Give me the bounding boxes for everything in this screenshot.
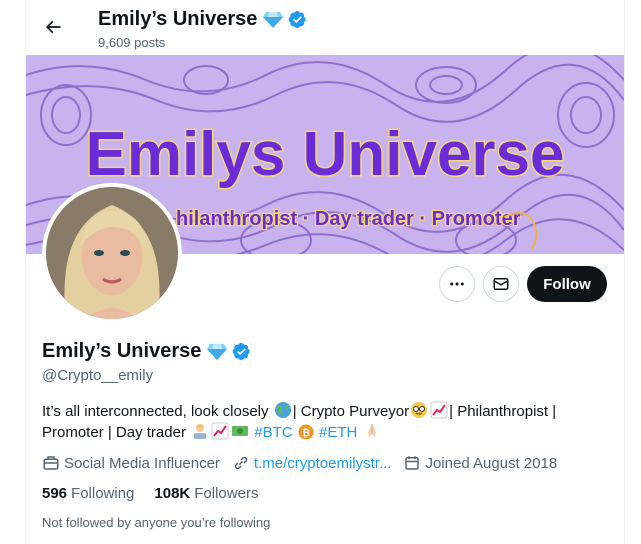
avatar[interactable] (42, 183, 182, 323)
folded-hands-emoji-icon (367, 424, 376, 438)
header-title: Emily’s Universe (98, 8, 307, 31)
profile-link[interactable]: t.me/cryptoemilystr... (232, 454, 392, 472)
followers-count: 108K (154, 485, 191, 502)
dollar-banknote-emoji-icon (232, 426, 249, 436)
profile-link-text[interactable]: t.me/cryptoemilystr... (254, 455, 392, 472)
profile-category: Social Media Influencer (42, 454, 220, 472)
hashtag-eth-link[interactable]: #ETH (319, 424, 357, 441)
arrow-left-icon (45, 20, 61, 34)
following-count: 596 (42, 485, 68, 502)
followed-by-note: Not followed by anyone you’re following (42, 515, 271, 530)
profile-bio: It’s all interconnected, look closely | … (42, 401, 602, 443)
bio-text-2: | Crypto Purveyor (292, 403, 410, 420)
banner-tagline: hilanthropist · Day trader · Promoter (176, 208, 521, 230)
bio-text-1: It’s all interconnected, look closely (42, 403, 269, 420)
following-link[interactable]: 596 Following (42, 485, 134, 502)
verified-badge-icon (289, 11, 306, 28)
hashtag-btc-link[interactable]: #BTC (254, 424, 292, 441)
profile-category-text: Social Media Influencer (64, 454, 220, 472)
followers-link[interactable]: 108K Followers (154, 485, 258, 502)
bio-text-3: | Philanthropist | (449, 403, 557, 420)
bio-text-4: Promoter | Day trader (42, 424, 186, 441)
globe-emoji-icon (274, 402, 291, 418)
profile-joined: Joined August 2018 (403, 454, 557, 472)
bitcoin-icon: ₿ (298, 424, 314, 440)
more-horizontal-icon (450, 282, 464, 286)
timeline-border-right (624, 0, 625, 544)
profile-name-text: Emily’s Universe (42, 340, 202, 362)
banner-headline: Emilys Universe (85, 120, 564, 189)
message-button[interactable] (483, 266, 519, 302)
nerd-face-emoji-icon (411, 402, 428, 418)
header-title-text: Emily’s Universe (98, 8, 258, 30)
profile-header: Emily’s Universe 9,609 posts (26, 0, 624, 55)
follow-counts: 596 Following 108K Followers (42, 485, 278, 502)
profile-handle: @Crypto__emily (42, 367, 154, 384)
following-label: Following (71, 485, 135, 502)
diamond-icon (207, 343, 228, 360)
post-count: 9,609 posts (98, 35, 166, 50)
avatar-portrait (46, 187, 178, 319)
svg-text:₿: ₿ (302, 427, 310, 439)
link-icon (234, 456, 248, 470)
profile-name: Emily’s Universe (42, 340, 251, 363)
calendar-icon (405, 456, 420, 470)
followers-label: Followers (194, 485, 259, 502)
envelope-icon (493, 278, 509, 290)
chart-increasing-emoji-icon (211, 422, 229, 440)
more-button[interactable] (439, 266, 475, 302)
profile-meta: Social Media Influencer t.me/cryptoemily… (42, 453, 569, 473)
verified-badge-icon[interactable] (232, 342, 251, 361)
woman-technologist-emoji-icon (194, 424, 207, 439)
diamond-icon (263, 11, 284, 28)
profile-joined-text: Joined August 2018 (425, 454, 558, 472)
chart-increasing-emoji-icon (430, 401, 448, 419)
follow-button[interactable]: Follow (527, 266, 607, 302)
briefcase-icon (43, 456, 59, 470)
back-button[interactable] (36, 10, 70, 44)
